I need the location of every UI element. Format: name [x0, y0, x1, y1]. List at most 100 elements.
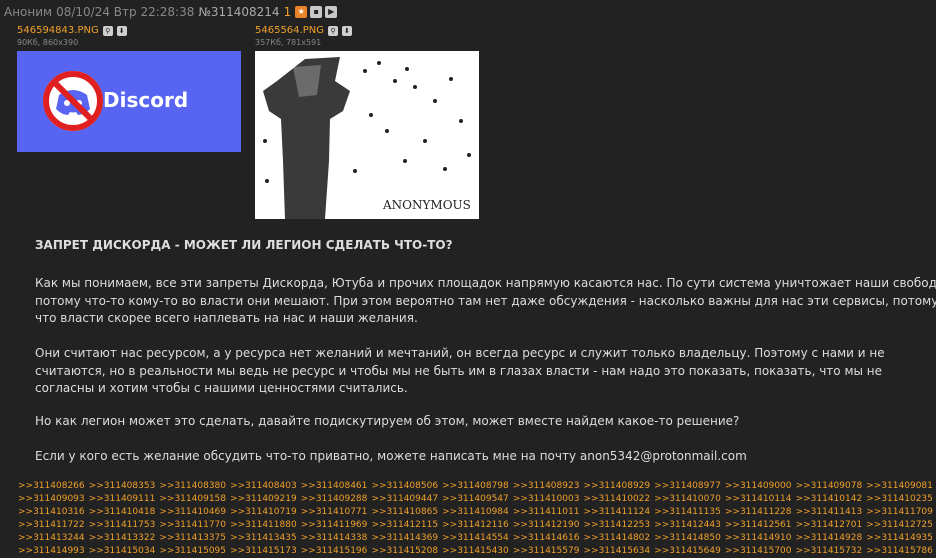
reply-link[interactable]: >>311412190: [513, 519, 580, 532]
reply-link[interactable]: >>311414802: [584, 532, 651, 545]
reply-link[interactable]: >>311414928: [796, 532, 863, 545]
reply-link[interactable]: >>311415034: [89, 545, 156, 558]
reply-link[interactable]: >>311413375: [159, 532, 226, 545]
reply-link[interactable]: >>311408929: [584, 480, 651, 493]
reply-link[interactable]: >>311410418: [89, 506, 156, 519]
reply-link[interactable]: >>311408506: [371, 480, 438, 493]
reply-link[interactable]: >>311415196: [301, 545, 368, 558]
file-name-link[interactable]: 5465564.PNG: [255, 25, 324, 36]
reply-link[interactable]: >>311411011: [513, 506, 580, 519]
reply-link[interactable]: >>311408353: [89, 480, 156, 493]
reply-link[interactable]: >>311409093: [18, 493, 85, 506]
reply-link[interactable]: >>311409219: [230, 493, 297, 506]
file-info-2: 5465564.PNG ⚲ ⬇ 357Кб, 781x591: [255, 24, 352, 48]
discord-ban-image: Discord: [43, 71, 188, 131]
post-count: 1: [283, 5, 292, 19]
search-icon[interactable]: ⚲: [102, 25, 113, 36]
reply-link[interactable]: >>311411969: [301, 519, 368, 532]
reply-link[interactable]: >>311409081: [866, 480, 933, 493]
reply-link[interactable]: >>311414616: [513, 532, 580, 545]
image-thumbnail-discord[interactable]: Discord: [17, 51, 241, 152]
reply-link[interactable]: >>311410719: [230, 506, 297, 519]
reply-link[interactable]: >>311411135: [654, 506, 721, 519]
image-thumbnail-anonymous[interactable]: ANONYMOUS: [255, 51, 479, 219]
replies-row: >>311411722 >>311411753 >>311411770 >>31141…: [18, 519, 933, 532]
reply-link[interactable]: >>311414554: [442, 532, 509, 545]
reply-link[interactable]: >>311409158: [159, 493, 226, 506]
post-header: Аноним 08/10/24 Втр 22:28:38 №311408214 …: [4, 4, 340, 20]
reply-link[interactable]: >>311415430: [442, 545, 509, 558]
search-icon[interactable]: ⚲: [327, 25, 338, 36]
reply-link[interactable]: >>311411124: [584, 506, 651, 519]
reply-link[interactable]: >>311414369: [371, 532, 438, 545]
reply-link[interactable]: >>311408461: [301, 480, 368, 493]
reply-link[interactable]: >>311412116: [442, 519, 509, 532]
reply-link[interactable]: >>311409000: [725, 480, 792, 493]
reply-link[interactable]: >>311413435: [230, 532, 297, 545]
reply-link[interactable]: >>311413244: [18, 532, 85, 545]
reply-link[interactable]: >>311408266: [18, 480, 85, 493]
star-icon[interactable]: ★: [295, 6, 308, 18]
reply-link[interactable]: >>311413322: [89, 532, 156, 545]
download-icon[interactable]: ⬇: [341, 25, 352, 36]
reply-link[interactable]: >>311409447: [371, 493, 438, 506]
reply-link[interactable]: >>311415579: [513, 545, 580, 558]
reply-link[interactable]: >>311414338: [301, 532, 368, 545]
reply-link[interactable]: >>311411880: [230, 519, 297, 532]
reply-link[interactable]: >>311411709: [866, 506, 933, 519]
reply-link[interactable]: >>311412443: [654, 519, 721, 532]
reply-link[interactable]: >>311411770: [159, 519, 226, 532]
reply-link[interactable]: >>311410070: [654, 493, 721, 506]
reply-link[interactable]: >>311414935: [866, 532, 933, 545]
post-datetime: 08/10/24 Втр 22:28:38: [56, 5, 195, 19]
download-icon[interactable]: ⬇: [116, 25, 127, 36]
anonymous-caption: ANONYMOUS: [382, 198, 471, 212]
reply-link[interactable]: >>311408923: [513, 480, 580, 493]
reply-link[interactable]: >>311408798: [442, 480, 509, 493]
reply-link[interactable]: >>311409288: [301, 493, 368, 506]
reply-link[interactable]: >>311410142: [796, 493, 863, 506]
reply-link[interactable]: >>311409547: [442, 493, 509, 506]
reply-link[interactable]: >>311415649: [654, 545, 721, 558]
reply-link[interactable]: >>311412253: [584, 519, 651, 532]
reply-link[interactable]: >>311415732: [796, 545, 863, 558]
reply-link[interactable]: >>311411753: [89, 519, 156, 532]
reply-link[interactable]: >>311415700: [725, 545, 792, 558]
replies-row: >>311413244 >>311413322 >>311413375 >>31141…: [18, 532, 933, 545]
reply-link[interactable]: >>311408380: [159, 480, 226, 493]
reply-link[interactable]: >>311410865: [371, 506, 438, 519]
reply-link[interactable]: >>311411722: [18, 519, 85, 532]
reply-link[interactable]: >>311412725: [866, 519, 933, 532]
reply-link[interactable]: >>311414910: [725, 532, 792, 545]
reply-link[interactable]: >>311410771: [301, 506, 368, 519]
reply-link[interactable]: >>311410003: [513, 493, 580, 506]
reply-link[interactable]: >>311415208: [371, 545, 438, 558]
reply-link[interactable]: >>311409111: [89, 493, 156, 506]
reply-link[interactable]: >>311414850: [654, 532, 721, 545]
reply-link[interactable]: >>311410469: [159, 506, 226, 519]
reply-link[interactable]: >>311410114: [725, 493, 792, 506]
reply-link[interactable]: >>311408977: [654, 480, 721, 493]
reply-link[interactable]: >>311410235: [866, 493, 933, 506]
reply-link[interactable]: >>311410022: [584, 493, 651, 506]
reply-link[interactable]: >>311409078: [796, 480, 863, 493]
reply-link[interactable]: >>311411413: [796, 506, 863, 519]
post-number[interactable]: №311408214: [198, 5, 279, 19]
reply-link[interactable]: >>311411228: [725, 506, 792, 519]
reply-link[interactable]: >>311415173: [230, 545, 297, 558]
reply-link[interactable]: >>311414993: [18, 545, 85, 558]
replies-row: >>311410316 >>311410418 >>311410469 >>31141…: [18, 506, 933, 519]
reply-link[interactable]: >>311415786: [866, 545, 933, 558]
reply-link[interactable]: >>311410984: [442, 506, 509, 519]
reply-link[interactable]: >>311415095: [159, 545, 226, 558]
reply-link[interactable]: >>311412561: [725, 519, 792, 532]
expand-icon[interactable]: ▪: [310, 6, 323, 18]
reply-link[interactable]: >>311415634: [584, 545, 651, 558]
file-name-link[interactable]: 546594843.PNG: [17, 25, 99, 36]
play-icon[interactable]: ▶: [325, 6, 338, 18]
post-paragraph-4: Если у кого есть желание обсудить что-то…: [35, 449, 747, 463]
reply-link[interactable]: >>311412115: [371, 519, 438, 532]
reply-link[interactable]: >>311408403: [230, 480, 297, 493]
reply-link[interactable]: >>311410316: [18, 506, 85, 519]
reply-link[interactable]: >>311412701: [796, 519, 863, 532]
